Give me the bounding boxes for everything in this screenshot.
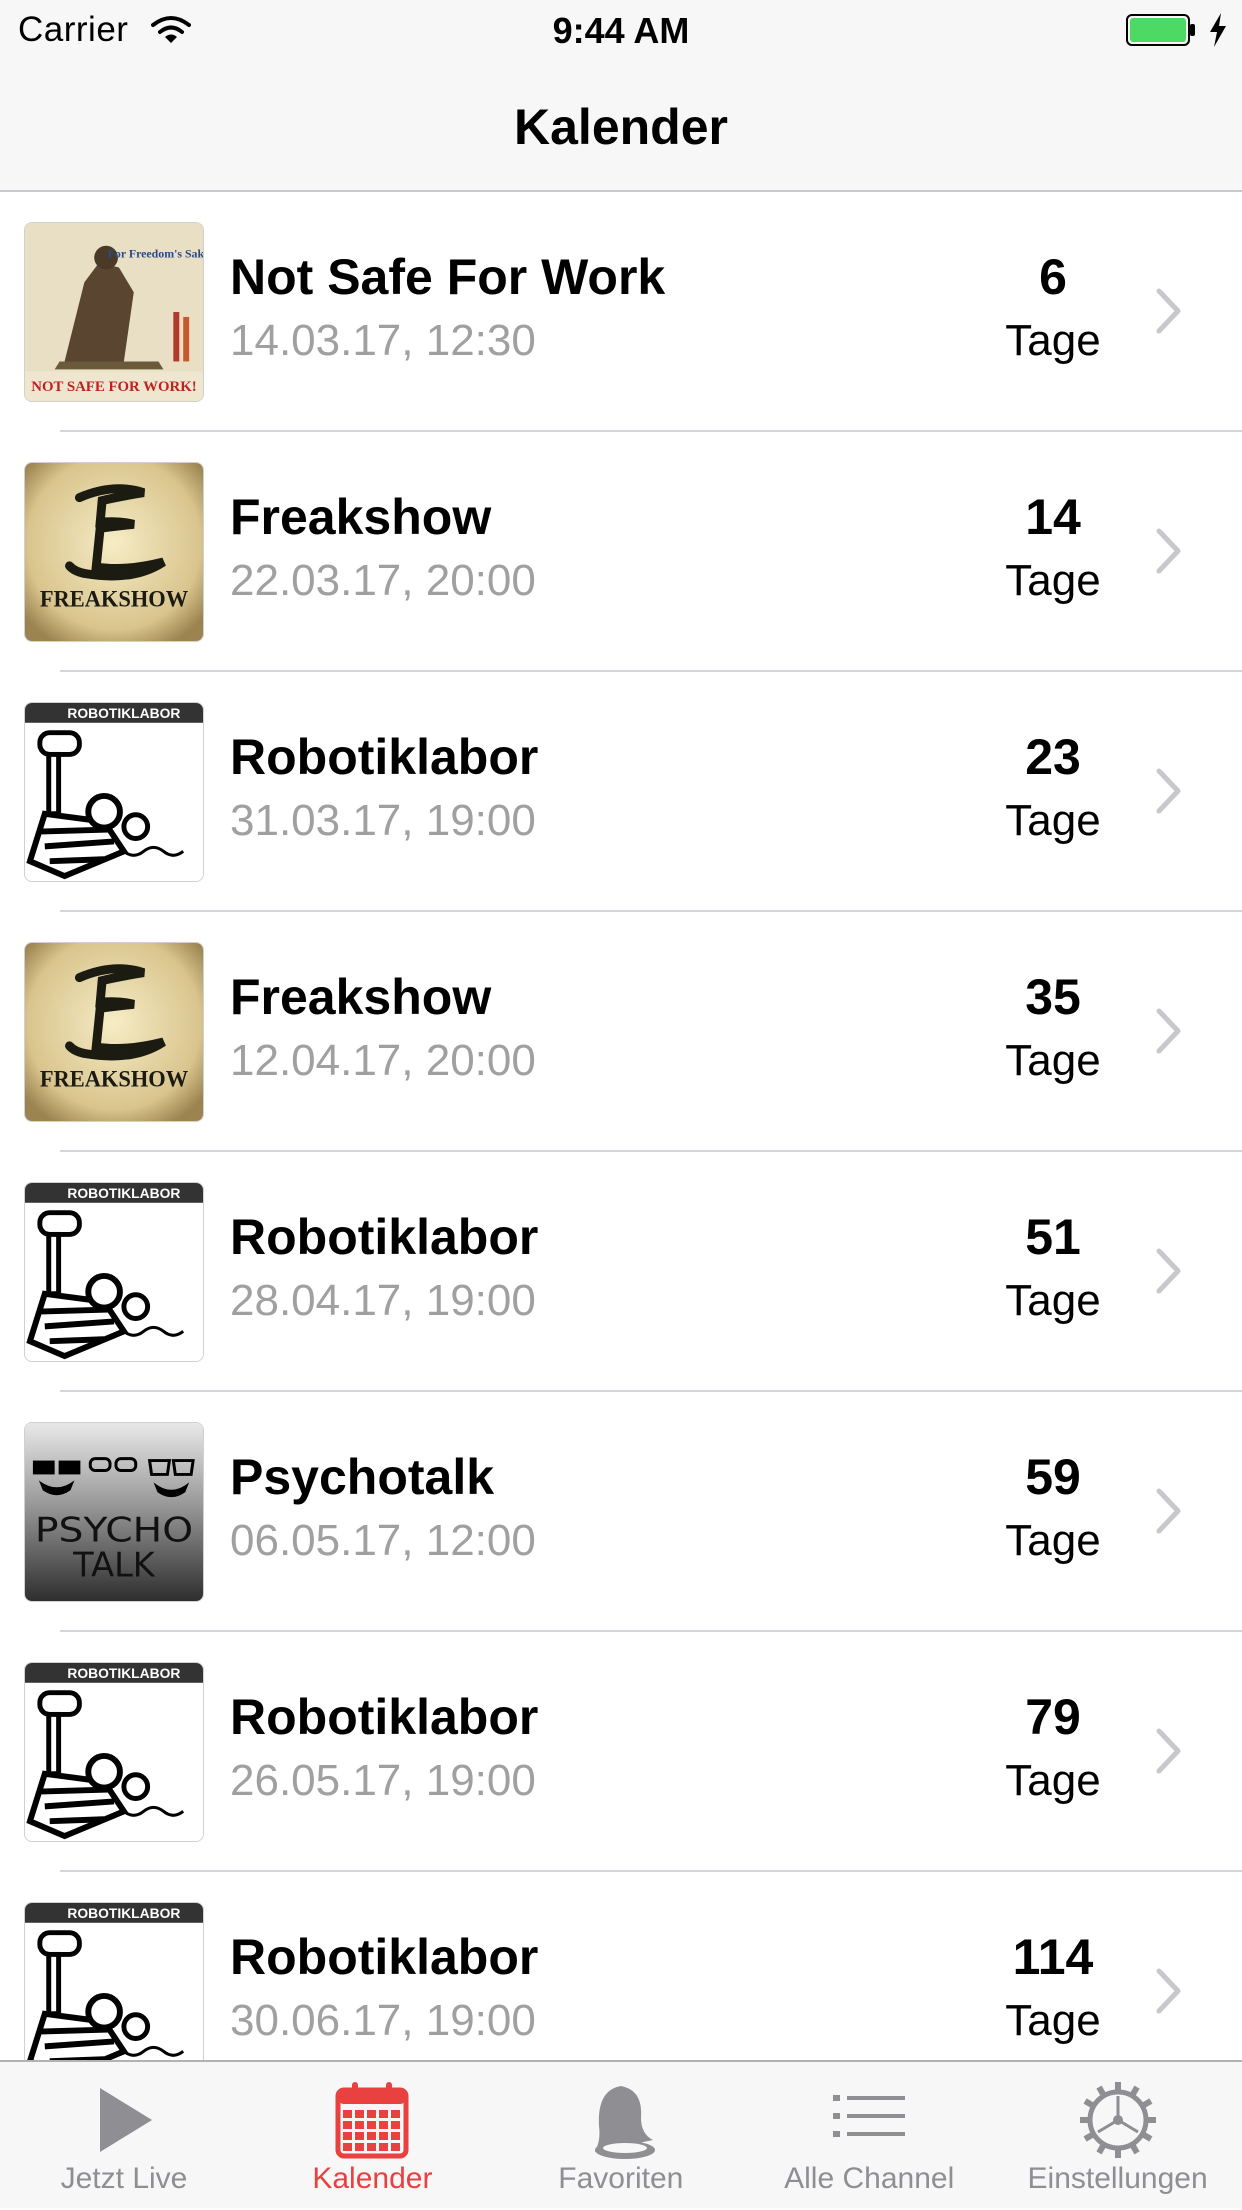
artwork-caption: TALK xyxy=(72,1545,156,1584)
robotiklabor-artwork: ROBOTIKLABOR xyxy=(24,1902,204,2082)
chevron-right-icon xyxy=(1156,1488,1181,1534)
artwork-caption: NOT SAFE FOR WORK! xyxy=(31,379,196,395)
days-remaining: 35 xyxy=(1025,969,1081,1025)
tab-label: Favoriten xyxy=(558,2162,684,2195)
artwork-caption: ROBOTIKLABOR xyxy=(67,1905,180,1921)
event-row[interactable]: ROBOTIKLABOR Robotiklabor 31.03.17, 19:0… xyxy=(0,672,1242,912)
days-remaining: 6 xyxy=(1039,249,1067,305)
event-row[interactable]: PSYCHO TALK Psychotalk 06.05.17, 12:00 5… xyxy=(0,1392,1242,1632)
days-remaining: 14 xyxy=(1025,489,1081,545)
artwork-caption: For Freedom's Sake xyxy=(108,247,203,261)
freakshow-artwork: FREAKSHOW xyxy=(24,462,204,642)
freakshow-artwork: FREAKSHOW xyxy=(24,942,204,1122)
tab-favoriten[interactable]: Favoriten xyxy=(497,2062,745,2210)
days-unit: Tage xyxy=(1005,1756,1101,1805)
event-date: 06.05.17, 12:00 xyxy=(230,1516,536,1565)
tab-jetzt-live[interactable]: Jetzt Live xyxy=(0,2062,248,2210)
event-title: Freakshow xyxy=(230,969,492,1025)
event-row[interactable]: ROBOTIKLABOR Robotiklabor 26.05.17, 19:0… xyxy=(0,1632,1242,1872)
event-date: 31.03.17, 19:00 xyxy=(230,796,536,845)
header: Carrier 9:44 AM Kalender xyxy=(0,0,1242,192)
event-row[interactable]: ROBOTIKLABOR Robotiklabor 28.04.17, 19:0… xyxy=(0,1152,1242,1392)
event-row[interactable]: FREAKSHOW Freakshow 12.04.17, 20:00 35 T… xyxy=(0,912,1242,1152)
robotiklabor-artwork: ROBOTIKLABOR xyxy=(24,702,204,882)
days-unit: Tage xyxy=(1005,796,1101,845)
event-date: 28.04.17, 19:00 xyxy=(230,1276,536,1325)
nsfw-artwork: For Freedom's Sake NOT SAFE FOR WORK! xyxy=(24,222,204,402)
event-date: 14.03.17, 12:30 xyxy=(230,316,536,365)
event-row[interactable]: For Freedom's Sake NOT SAFE FOR WORK! No… xyxy=(0,192,1242,432)
event-row[interactable]: FREAKSHOW Freakshow 22.03.17, 20:00 14 T… xyxy=(0,432,1242,672)
days-remaining: 79 xyxy=(1025,1689,1081,1745)
artwork-caption: PSYCHO xyxy=(35,1511,193,1550)
days-unit: Tage xyxy=(1005,556,1101,605)
days-unit: Tage xyxy=(1005,1276,1101,1325)
days-unit: Tage xyxy=(1005,316,1101,365)
days-unit: Tage xyxy=(1005,1996,1101,2045)
event-date: 30.06.17, 19:00 xyxy=(230,1996,536,2045)
event-date: 22.03.17, 20:00 xyxy=(230,556,536,605)
robotiklabor-artwork: ROBOTIKLABOR xyxy=(24,1182,204,1362)
status-bar: Carrier 9:44 AM xyxy=(0,0,1242,62)
days-unit: Tage xyxy=(1005,1036,1101,1085)
chevron-right-icon xyxy=(1156,528,1181,574)
days-unit: Tage xyxy=(1005,1516,1101,1565)
chevron-right-icon xyxy=(1156,1248,1181,1294)
tab-alle-channel[interactable]: Alle Channel xyxy=(745,2062,993,2210)
event-title: Robotiklabor xyxy=(230,1209,539,1265)
event-title: Not Safe For Work xyxy=(230,249,666,305)
chevron-right-icon xyxy=(1156,1968,1181,2014)
days-remaining: 23 xyxy=(1025,729,1081,785)
event-title: Robotiklabor xyxy=(230,1929,539,1985)
chevron-right-icon xyxy=(1156,768,1181,814)
event-title: Robotiklabor xyxy=(230,729,539,785)
event-date: 12.04.17, 20:00 xyxy=(230,1036,536,1085)
event-title: Robotiklabor xyxy=(230,1689,539,1745)
status-time: 9:44 AM xyxy=(552,10,690,51)
tab-label: Kalender xyxy=(312,2162,433,2195)
tab-label: Einstellungen xyxy=(1027,2162,1208,2195)
tab-label: Jetzt Live xyxy=(60,2162,188,2195)
tab-bar: Jetzt Live Kalender Favoriten Alle Chann… xyxy=(0,2060,1242,2208)
tab-kalender[interactable]: Kalender xyxy=(248,2062,496,2210)
chevron-right-icon xyxy=(1156,1728,1181,1774)
event-list: For Freedom's Sake NOT SAFE FOR WORK! No… xyxy=(0,192,1242,2112)
robotiklabor-artwork: ROBOTIKLABOR xyxy=(24,1662,204,1842)
tab-einstellungen[interactable]: Einstellungen xyxy=(994,2062,1242,2210)
artwork-caption: FREAKSHOW xyxy=(40,1066,189,1092)
tab-label: Alle Channel xyxy=(784,2162,955,2195)
days-remaining: 114 xyxy=(1012,1929,1094,1985)
days-remaining: 59 xyxy=(1025,1449,1081,1505)
artwork-caption: ROBOTIKLABOR xyxy=(67,1185,180,1201)
event-date: 26.05.17, 19:00 xyxy=(230,1756,536,1805)
psychotalk-artwork: PSYCHO TALK xyxy=(24,1422,204,1602)
days-remaining: 51 xyxy=(1025,1209,1081,1265)
chevron-right-icon xyxy=(1156,288,1181,334)
chevron-right-icon xyxy=(1156,1008,1181,1054)
artwork-caption: FREAKSHOW xyxy=(40,586,189,612)
artwork-caption: ROBOTIKLABOR xyxy=(67,705,180,721)
event-title: Psychotalk xyxy=(230,1449,495,1505)
event-title: Freakshow xyxy=(230,489,492,545)
page-title: Kalender xyxy=(514,99,728,155)
artwork-caption: ROBOTIKLABOR xyxy=(67,1665,180,1681)
